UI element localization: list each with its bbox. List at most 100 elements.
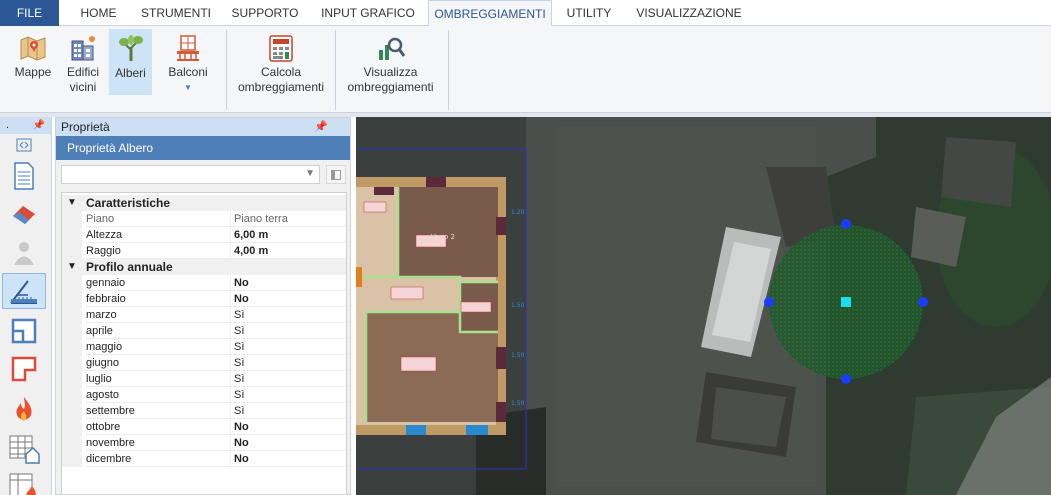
tool-strip-title: . — [6, 119, 10, 131]
fire-table-icon — [9, 473, 36, 495]
file-tab[interactable]: FILE — [0, 0, 59, 26]
dimension-label: 1.50 — [511, 302, 525, 309]
tab-input-grafico[interactable]: INPUT GRAFICO — [314, 0, 422, 26]
measure-tool[interactable] — [2, 273, 46, 309]
category-label: Profilo annuale — [86, 260, 173, 274]
resize-handle[interactable] — [918, 297, 928, 307]
tool-strip-header: . 📌 — [0, 117, 51, 134]
dimension-label: 1.20 — [511, 209, 525, 216]
row-gutter — [62, 403, 82, 419]
edifici-vicini-button[interactable]: Edifici vicini — [61, 29, 105, 95]
row-gutter — [62, 387, 82, 403]
map-view[interactable]: Vano 2 1.20 1.50 1.50 1.50 — [356, 117, 1051, 495]
property-key: Raggio — [86, 243, 230, 259]
collapse-icon[interactable]: ▼ — [67, 195, 77, 211]
month-value[interactable]: Sì — [230, 371, 346, 387]
tab-strumenti[interactable]: STRUMENTI — [136, 0, 216, 26]
property-row[interactable]: Raggio 4,00 m — [62, 243, 346, 259]
month-row[interactable]: luglio Sì — [62, 371, 346, 387]
collapse-icon[interactable]: ▼ — [67, 259, 77, 275]
month-value[interactable]: No — [230, 435, 346, 451]
row-gutter — [62, 355, 82, 371]
eraser-tool[interactable] — [2, 197, 46, 233]
ruler-icon — [10, 280, 37, 304]
month-value[interactable]: Sì — [230, 387, 346, 403]
row-gutter — [62, 371, 82, 387]
category-label: Caratteristiche — [86, 196, 171, 210]
floor-plan-icon — [11, 318, 37, 344]
object-select[interactable]: ▼ — [61, 165, 320, 184]
calcola-ombreggiamenti-button[interactable]: Calcola ombreggiamenti — [234, 29, 328, 95]
document-tool[interactable] — [2, 158, 46, 194]
month-row[interactable]: febbraio No — [62, 291, 346, 307]
floor-plan-tool[interactable] — [2, 313, 46, 349]
building-table-tool[interactable] — [2, 429, 46, 465]
visualizza-ombreggiamenti-button[interactable]: Visualizza ombreggiamenti — [343, 29, 438, 95]
month-key: settembre — [86, 403, 230, 419]
month-row[interactable]: giugno Sì — [62, 355, 346, 371]
property-grid: ▼ Caratteristiche Piano Piano terra Alte… — [61, 192, 347, 495]
month-row[interactable]: agosto Sì — [62, 387, 346, 403]
fire-tool[interactable] — [2, 391, 46, 427]
category-caratteristiche[interactable]: ▼ Caratteristiche — [62, 195, 346, 211]
expand-icon — [16, 138, 32, 152]
property-value[interactable]: Piano terra — [230, 211, 346, 227]
person-tool[interactable] — [2, 235, 46, 271]
month-key: dicembre — [86, 451, 230, 467]
month-value[interactable]: Sì — [230, 307, 346, 323]
resize-handle[interactable] — [764, 297, 774, 307]
month-row[interactable]: settembre Sì — [62, 403, 346, 419]
month-value[interactable]: No — [230, 291, 346, 307]
property-view-button[interactable] — [326, 165, 346, 184]
property-value[interactable]: 4,00 m — [230, 243, 346, 259]
tab-ombreggiamenti[interactable]: OMBREGGIAMENTI — [428, 0, 552, 27]
month-value[interactable]: No — [230, 419, 346, 435]
month-row[interactable]: dicembre No — [62, 451, 346, 467]
move-handle[interactable] — [841, 297, 851, 307]
month-row[interactable]: novembre No — [62, 435, 346, 451]
month-row[interactable]: maggio Sì — [62, 339, 346, 355]
month-value[interactable]: Sì — [230, 355, 346, 371]
month-value[interactable]: No — [230, 451, 346, 467]
chart-search-icon — [378, 37, 405, 60]
category-profilo-annuale[interactable]: ▼ Profilo annuale — [62, 259, 346, 275]
month-value[interactable]: No — [230, 275, 346, 291]
pin-icon[interactable]: 📌 — [314, 118, 328, 136]
balconi-button[interactable]: Balconi ▼ — [163, 29, 213, 95]
pin-icon[interactable]: 📌 — [33, 117, 45, 134]
row-gutter — [62, 307, 82, 323]
row-gutter — [62, 323, 82, 339]
property-value[interactable]: 6,00 m — [230, 227, 346, 243]
month-key: novembre — [86, 435, 230, 451]
month-value[interactable]: Sì — [230, 323, 346, 339]
month-value[interactable]: Sì — [230, 403, 346, 419]
tab-home[interactable]: HOME — [67, 0, 130, 26]
properties-panel: Proprietà 📌 Proprietà Albero ▼ ▼ Caratte… — [55, 117, 351, 495]
expand-tool[interactable] — [2, 135, 46, 155]
drawing-canvas[interactable]: Vano 2 1.20 1.50 1.50 1.50 — [356, 117, 1051, 495]
tab-supporto[interactable]: SUPPORTO — [224, 0, 306, 26]
mappe-button[interactable]: Mappe — [9, 29, 57, 95]
month-value[interactable]: Sì — [230, 339, 346, 355]
property-row[interactable]: Altezza 6,00 m — [62, 227, 346, 243]
floor-plan-red-tool[interactable] — [2, 351, 46, 387]
tab-utility[interactable]: UTILITY — [558, 0, 620, 26]
alberi-button[interactable]: Alberi — [109, 29, 152, 95]
menu-bar: FILE HOME STRUMENTI SUPPORTO INPUT GRAFI… — [0, 0, 1051, 27]
fire-table-tool[interactable] — [2, 467, 46, 495]
resize-handle[interactable] — [841, 219, 851, 229]
resize-handle[interactable] — [841, 374, 851, 384]
month-row[interactable]: gennaio No — [62, 275, 346, 291]
month-key: giugno — [86, 355, 230, 371]
month-row[interactable]: marzo Sì — [62, 307, 346, 323]
person-icon — [14, 242, 34, 265]
tab-visualizzazione[interactable]: VISUALIZZAZIONE — [630, 0, 748, 26]
balcony-icon — [177, 35, 199, 61]
visualizza-label-2: ombreggiamenti — [347, 80, 434, 94]
month-row[interactable]: ottobre No — [62, 419, 346, 435]
balconi-dropdown-icon[interactable]: ▼ — [163, 80, 213, 95]
month-row[interactable]: aprile Sì — [62, 323, 346, 339]
floor-plan-red-icon — [11, 356, 37, 382]
property-row[interactable]: Piano Piano terra — [62, 211, 346, 227]
row-gutter — [62, 419, 82, 435]
